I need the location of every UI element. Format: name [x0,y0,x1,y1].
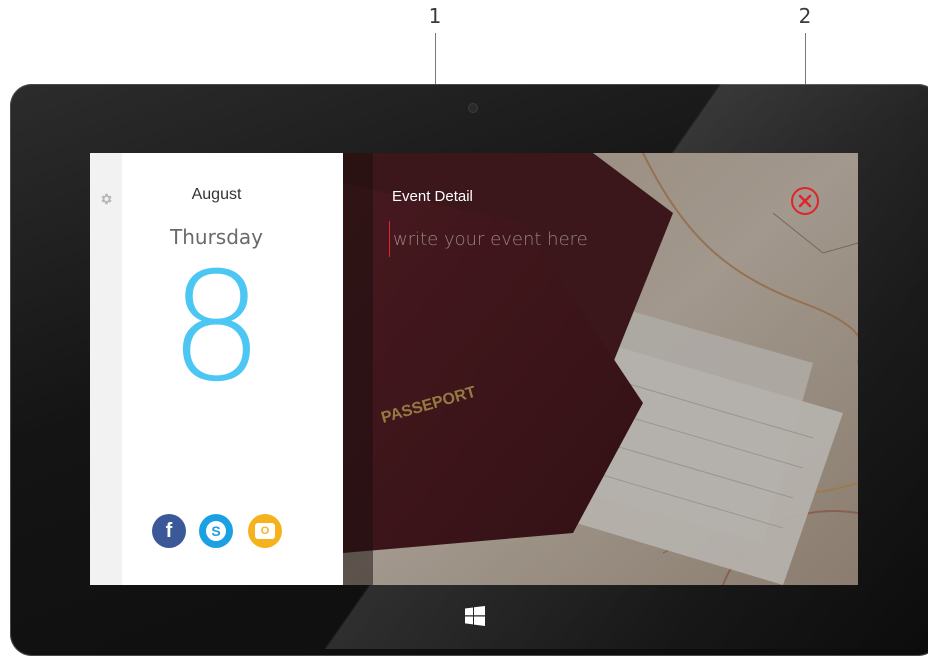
callout-number-1: 1 [428,4,442,28]
event-input[interactable] [389,221,723,257]
facebook-icon[interactable]: f [152,514,186,548]
skype-glyph: S [206,521,226,541]
background-photo: PASSEPORT [343,153,858,585]
gear-icon[interactable] [96,189,116,209]
outlook-icon[interactable]: O [248,514,282,548]
month-label: August [191,186,242,203]
close-icon [791,187,819,215]
facebook-glyph: f [165,519,173,542]
callout-number-2: 2 [798,4,812,28]
close-button[interactable] [790,186,820,216]
outlook-glyph: O [255,523,275,539]
photo-overlay [343,153,858,585]
windows-logo-icon[interactable] [465,606,485,626]
settings-strip [90,153,122,585]
day-number: 8 [168,241,265,415]
calendar-panel: August Thursday 8 f S O [122,153,343,585]
camera-icon [469,104,477,112]
event-detail-label: Event Detail [392,188,473,205]
app-screen: August Thursday 8 f S O PASSEPORT Event … [90,153,858,585]
skype-icon[interactable]: S [199,514,233,548]
